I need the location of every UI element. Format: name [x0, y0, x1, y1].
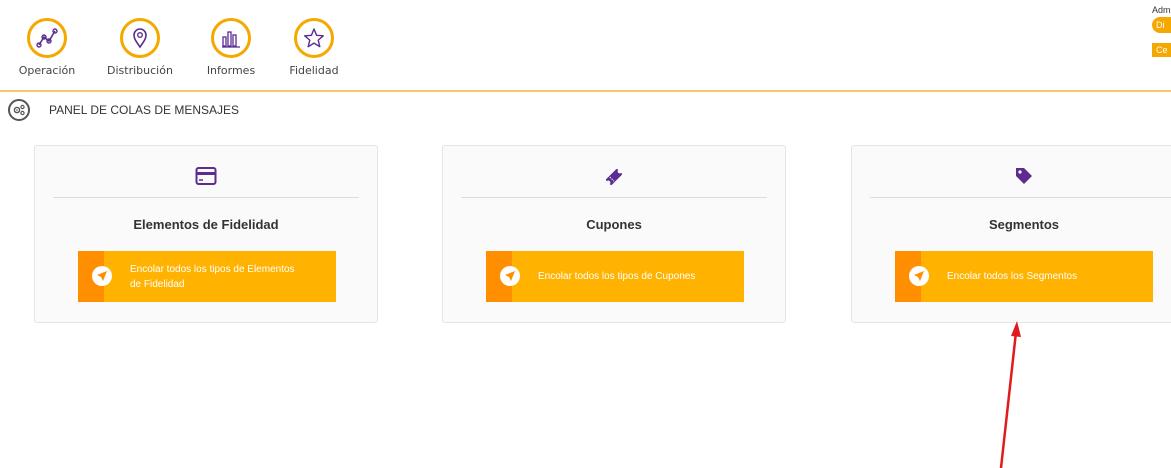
enqueue-elementos-button[interactable]: Encolar todos los tipos de Elementos de …	[78, 251, 336, 302]
star-icon	[294, 18, 334, 58]
nav-label: Operación	[18, 64, 76, 77]
send-icon	[500, 266, 520, 286]
cogs-icon	[8, 99, 30, 121]
nav-item-fidelidad[interactable]: Fidelidad	[279, 18, 349, 77]
divider	[53, 197, 359, 198]
nav-label: Fidelidad	[289, 64, 339, 77]
page-title: PANEL DE COLAS DE MENSAJES	[49, 103, 240, 117]
enqueue-segmentos-button[interactable]: Encolar todos los Segmentos	[895, 251, 1153, 302]
location-pin-icon	[120, 18, 160, 58]
send-icon	[92, 266, 112, 286]
button-label: Encolar todos los tipos de Elementos de …	[130, 263, 295, 290]
button-label: Encolar todos los tipos de Cupones	[538, 271, 696, 282]
nav-label: Informes	[206, 64, 256, 77]
top-navigation: Operación Distribución Informes Fidelida…	[0, 0, 1171, 92]
close-session-button[interactable]: Ce	[1152, 43, 1171, 57]
enqueue-cupones-button[interactable]: Encolar todos los tipos de Cupones	[486, 251, 744, 302]
user-name: Adm	[1152, 5, 1171, 15]
card-title: Elementos de Fidelidad	[133, 217, 279, 232]
tag-icon	[852, 166, 1171, 190]
nav-label: Distribución	[107, 64, 173, 77]
divider	[870, 197, 1171, 198]
nav-item-operacion[interactable]: Operación	[12, 18, 82, 77]
divider	[461, 197, 767, 198]
card-title: Segmentos	[988, 217, 1060, 232]
panel-header: PANEL DE COLAS DE MENSAJES	[8, 97, 239, 123]
status-badge[interactable]: Di	[1152, 17, 1171, 33]
bar-chart-icon	[211, 18, 251, 58]
card-cupones: Cupones Encolar todos los tipos de Cupon…	[442, 145, 786, 323]
ticket-icon	[443, 166, 785, 190]
card-segmentos: Segmentos Encolar todos los Segmentos	[851, 145, 1171, 323]
credit-card-icon	[35, 166, 377, 190]
send-icon	[909, 266, 929, 286]
card-title: Cupones	[586, 217, 642, 232]
card-elementos-fidelidad: Elementos de Fidelidad Encolar todos los…	[34, 145, 378, 323]
nav-item-informes[interactable]: Informes	[196, 18, 266, 77]
nav-item-distribucion[interactable]: Distribución	[105, 18, 175, 77]
button-label: Encolar todos los Segmentos	[947, 271, 1078, 282]
chart-line-icon	[27, 18, 67, 58]
